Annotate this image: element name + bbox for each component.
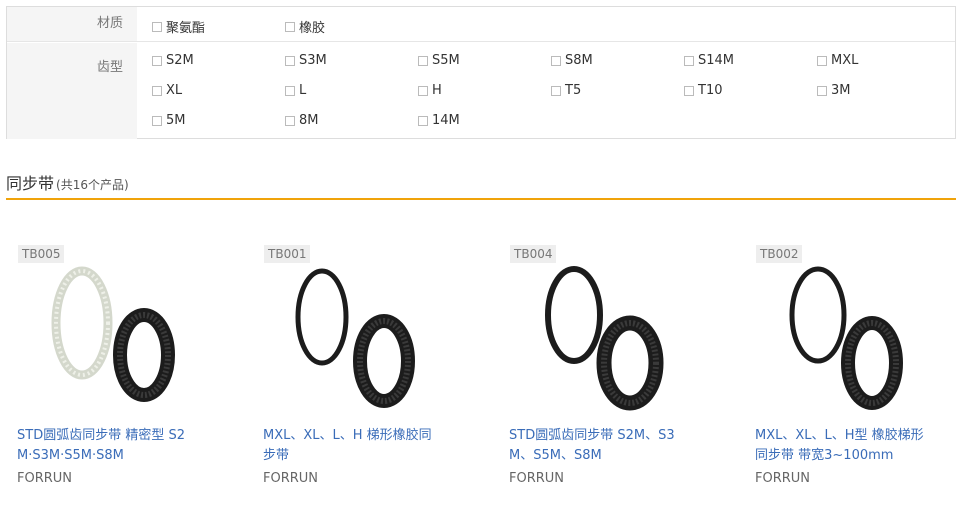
product-code: TB004	[510, 245, 557, 263]
option-label: S5M	[432, 53, 460, 68]
filter-label-material: 材质	[7, 7, 137, 41]
checkbox[interactable]	[684, 85, 694, 96]
filter-option-rubber[interactable]: 橡胶	[285, 17, 325, 36]
product-name-line1: MXL、XL、L、H型 橡胶梯形	[755, 428, 924, 443]
checkbox[interactable]	[285, 55, 295, 66]
option-label: H	[432, 83, 442, 98]
checkbox[interactable]	[152, 115, 162, 126]
option-label: 橡胶	[299, 21, 326, 36]
checkbox[interactable]	[285, 21, 295, 32]
product-card[interactable]: TB002 MXL、XL、L、H型 橡胶梯形 同步带 带宽3~100mm FOR…	[744, 243, 944, 493]
option-label: S2M	[166, 53, 194, 68]
filter-option-h[interactable]: H	[418, 83, 442, 98]
checkbox[interactable]	[152, 55, 162, 66]
option-label: S8M	[565, 53, 593, 68]
product-name-line2: 步带	[263, 448, 290, 463]
product-name-link[interactable]: STD圆弧齿同步带 精密型 S2 M·S3M·S5M·S8M	[17, 426, 207, 466]
product-image-black-belts[interactable]	[276, 265, 436, 415]
filter-option-mxl[interactable]: MXL	[817, 53, 858, 68]
product-name-line1: STD圆弧齿同步带 S2M、S3	[509, 428, 675, 443]
checkbox[interactable]	[418, 115, 428, 126]
option-label: 5M	[166, 113, 186, 128]
filter-option-3m[interactable]: 3M	[817, 83, 851, 98]
checkbox[interactable]	[817, 85, 827, 96]
product-count: (共16个产品)	[56, 178, 129, 192]
option-label: S3M	[299, 53, 327, 68]
filter-option-t10[interactable]: T10	[684, 83, 722, 98]
product-name-link[interactable]: MXL、XL、L、H 梯形橡胶同 步带	[263, 426, 453, 466]
option-label: MXL	[831, 53, 859, 68]
option-label: T10	[698, 83, 723, 98]
option-label: 3M	[831, 83, 851, 98]
section-divider	[6, 198, 956, 200]
product-brand: FORRUN	[17, 471, 73, 486]
checkbox[interactable]	[817, 55, 827, 66]
checkbox[interactable]	[152, 21, 162, 32]
option-label: 14M	[432, 113, 460, 128]
checkbox[interactable]	[418, 55, 428, 66]
filter-option-polyurethane[interactable]: 聚氨酯	[152, 17, 205, 36]
option-label: 8M	[299, 113, 319, 128]
section-title-text: 同步带	[6, 174, 55, 193]
product-name-link[interactable]: STD圆弧齿同步带 S2M、S3 M、S5M、S8M	[509, 426, 699, 466]
product-code: TB001	[264, 245, 311, 263]
checkbox[interactable]	[551, 85, 561, 96]
product-image-black-belts[interactable]	[768, 265, 928, 415]
product-name-line1: STD圆弧齿同步带 精密型 S2	[17, 428, 185, 443]
option-label: XL	[166, 83, 183, 98]
checkbox[interactable]	[285, 85, 295, 96]
filter-option-l[interactable]: L	[285, 83, 306, 98]
product-brand: FORRUN	[755, 471, 811, 486]
section-title: 同步带 (共16个产品)	[6, 170, 129, 194]
option-label: S14M	[698, 53, 735, 68]
filter-option-5m[interactable]: 5M	[152, 113, 186, 128]
product-code: TB002	[756, 245, 803, 263]
filter-row-material: 材质 聚氨酯 橡胶	[7, 7, 955, 42]
product-brand: FORRUN	[263, 471, 319, 486]
filter-option-s5m[interactable]: S5M	[418, 53, 460, 68]
option-label: L	[299, 83, 307, 98]
filter-row-tooth: 齿型 S2M S3M S5M S8M S14M MXL XL L H T5 T1…	[7, 43, 955, 139]
option-label: T5	[565, 83, 582, 98]
product-name-line2: 同步带 带宽3~100mm	[755, 448, 894, 463]
product-code: TB005	[18, 245, 65, 263]
filter-label-tooth: 齿型	[7, 43, 137, 139]
product-image-white-and-black-belt[interactable]	[30, 265, 190, 415]
product-image-black-belts[interactable]	[522, 265, 682, 415]
product-name-line2: M·S3M·S5M·S8M	[17, 448, 124, 463]
product-brand: FORRUN	[509, 471, 565, 486]
filter-option-s3m[interactable]: S3M	[285, 53, 327, 68]
checkbox[interactable]	[285, 115, 295, 126]
product-card[interactable]: TB001 MXL、XL、L、H 梯形橡胶同 步带 FORRUN	[252, 243, 452, 493]
checkbox[interactable]	[684, 55, 694, 66]
filter-option-s8m[interactable]: S8M	[551, 53, 593, 68]
filter-option-s2m[interactable]: S2M	[152, 53, 194, 68]
product-name-line2: M、S5M、S8M	[509, 448, 602, 463]
filter-option-t5[interactable]: T5	[551, 83, 581, 98]
checkbox[interactable]	[418, 85, 428, 96]
filter-option-8m[interactable]: 8M	[285, 113, 319, 128]
filter-option-14m[interactable]: 14M	[418, 113, 460, 128]
option-label: 聚氨酯	[166, 21, 206, 36]
product-name-link[interactable]: MXL、XL、L、H型 橡胶梯形 同步带 带宽3~100mm	[755, 426, 945, 466]
filter-panel: 材质 聚氨酯 橡胶 齿型 S2M S3M S5M S8M S14M MXL XL…	[6, 6, 956, 139]
product-name-line1: MXL、XL、L、H 梯形橡胶同	[263, 428, 432, 443]
checkbox[interactable]	[551, 55, 561, 66]
product-card[interactable]: TB004 STD圆弧齿同步带 S2M、S3 M、S5M、S8M FORRUN	[498, 243, 698, 493]
filter-option-s14m[interactable]: S14M	[684, 53, 734, 68]
checkbox[interactable]	[152, 85, 162, 96]
product-card[interactable]: TB005 STD圆弧齿同步带 精密型 S2 M·S3M·S5M·S8M FOR…	[6, 243, 206, 493]
filter-option-xl[interactable]: XL	[152, 83, 182, 98]
